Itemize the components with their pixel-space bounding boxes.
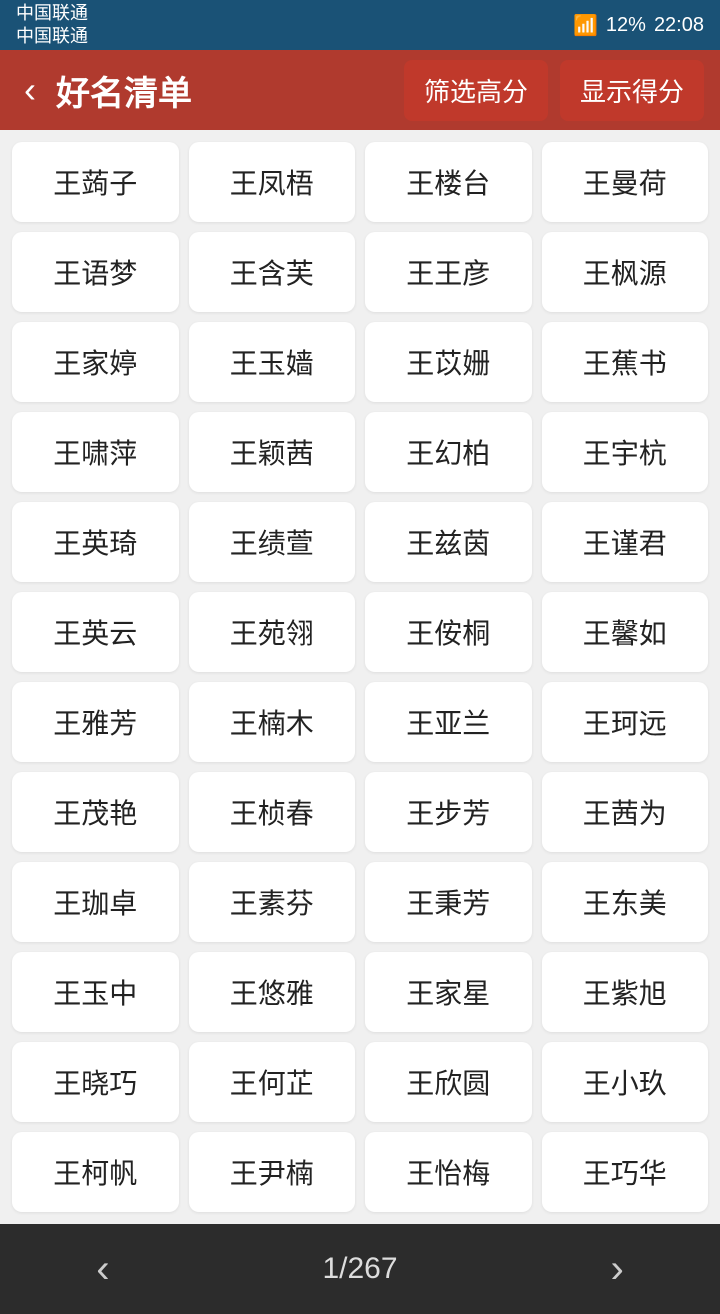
name-card[interactable]: 王何芷 xyxy=(189,1042,356,1122)
status-icons: 📶 12% 22:08 xyxy=(573,13,704,38)
name-card[interactable]: 王家星 xyxy=(365,952,532,1032)
name-card[interactable]: 王侒桐 xyxy=(365,592,532,672)
filter-high-score-button[interactable]: 筛选高分 xyxy=(404,60,548,121)
name-card[interactable]: 王欣圆 xyxy=(365,1042,532,1122)
name-card[interactable]: 王柯帆 xyxy=(12,1132,179,1212)
name-card[interactable]: 王秉芳 xyxy=(365,862,532,942)
carrier-info: 中国联通 中国联通 xyxy=(16,2,88,49)
name-card[interactable]: 王含芙 xyxy=(189,232,356,312)
name-card[interactable]: 王茜为 xyxy=(542,772,709,852)
name-card[interactable]: 王幻柏 xyxy=(365,412,532,492)
next-icon: › xyxy=(610,1247,623,1292)
name-card[interactable]: 王枫源 xyxy=(542,232,709,312)
name-card[interactable]: 王王彦 xyxy=(365,232,532,312)
name-card[interactable]: 王英云 xyxy=(12,592,179,672)
name-card[interactable]: 王颖茜 xyxy=(189,412,356,492)
battery-text: 12% xyxy=(606,14,646,37)
name-card[interactable]: 王凤梧 xyxy=(189,142,356,222)
carrier2: 中国联通 xyxy=(16,25,88,48)
name-card[interactable]: 王家婷 xyxy=(12,322,179,402)
name-card[interactable]: 王紫旭 xyxy=(542,952,709,1032)
name-card[interactable]: 王宇杭 xyxy=(542,412,709,492)
name-card[interactable]: 王桢春 xyxy=(189,772,356,852)
name-card[interactable]: 王曼荷 xyxy=(542,142,709,222)
show-score-button[interactable]: 显示得分 xyxy=(560,60,704,121)
names-content: 王蒟子王凤梧王楼台王曼荷王语梦王含芙王王彦王枫源王家婷王玉嫱王苡姗王蕉书王啸萍王… xyxy=(0,130,720,1224)
name-card[interactable]: 王晓巧 xyxy=(12,1042,179,1122)
name-card[interactable]: 王巧华 xyxy=(542,1132,709,1212)
name-card[interactable]: 王楠木 xyxy=(189,682,356,762)
name-card[interactable]: 王怡梅 xyxy=(365,1132,532,1212)
name-card[interactable]: 王兹茵 xyxy=(365,502,532,582)
page-title: 好名清单 xyxy=(56,66,392,115)
prev-page-button[interactable]: ‹ xyxy=(0,1224,206,1314)
name-card[interactable]: 王茂艳 xyxy=(12,772,179,852)
time-display: 22:08 xyxy=(654,14,704,37)
name-card[interactable]: 王绩萱 xyxy=(189,502,356,582)
name-card[interactable]: 王步芳 xyxy=(365,772,532,852)
name-card[interactable]: 王珂远 xyxy=(542,682,709,762)
back-button[interactable]: ‹ xyxy=(16,65,44,115)
prev-icon: ‹ xyxy=(96,1247,109,1292)
name-card[interactable]: 王玉中 xyxy=(12,952,179,1032)
name-card[interactable]: 王蕉书 xyxy=(542,322,709,402)
name-card[interactable]: 王珈卓 xyxy=(12,862,179,942)
name-card[interactable]: 王英琦 xyxy=(12,502,179,582)
name-card[interactable]: 王玉嫱 xyxy=(189,322,356,402)
name-card[interactable]: 王苡姗 xyxy=(365,322,532,402)
name-card[interactable]: 王亚兰 xyxy=(365,682,532,762)
signal-icon: 📶 xyxy=(573,13,598,38)
name-card[interactable]: 王语梦 xyxy=(12,232,179,312)
name-card[interactable]: 王小玖 xyxy=(542,1042,709,1122)
name-card[interactable]: 王苑翎 xyxy=(189,592,356,672)
next-page-button[interactable]: › xyxy=(514,1224,720,1314)
name-card[interactable]: 王楼台 xyxy=(365,142,532,222)
name-card[interactable]: 王馨如 xyxy=(542,592,709,672)
name-card[interactable]: 王悠雅 xyxy=(189,952,356,1032)
carrier1: 中国联通 xyxy=(16,2,88,25)
name-card[interactable]: 王尹楠 xyxy=(189,1132,356,1212)
name-card[interactable]: 王谨君 xyxy=(542,502,709,582)
header: ‹ 好名清单 筛选高分 显示得分 xyxy=(0,50,720,130)
bottom-navigation: ‹ 1/267 › xyxy=(0,1224,720,1314)
status-bar: 中国联通 中国联通 📶 12% 22:08 xyxy=(0,0,720,50)
name-card[interactable]: 王素芬 xyxy=(189,862,356,942)
name-card[interactable]: 王东美 xyxy=(542,862,709,942)
name-card[interactable]: 王蒟子 xyxy=(12,142,179,222)
page-indicator: 1/267 xyxy=(206,1252,515,1286)
name-card[interactable]: 王啸萍 xyxy=(12,412,179,492)
name-card[interactable]: 王雅芳 xyxy=(12,682,179,762)
names-grid: 王蒟子王凤梧王楼台王曼荷王语梦王含芙王王彦王枫源王家婷王玉嫱王苡姗王蕉书王啸萍王… xyxy=(12,142,708,1212)
